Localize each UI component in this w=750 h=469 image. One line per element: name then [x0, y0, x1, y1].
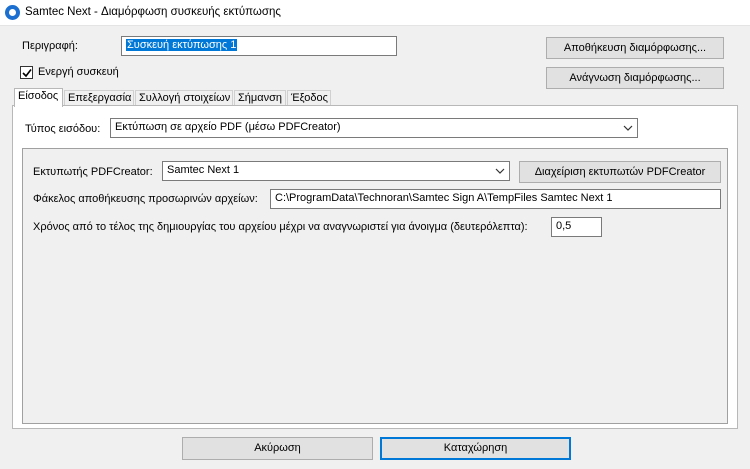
input-type-label: Τύπος εισόδου: [25, 123, 101, 135]
tab-marking[interactable]: Σήμανση [234, 90, 286, 106]
description-value: Συσκευή εκτύπωσης 1 [126, 39, 238, 51]
save-config-button[interactable]: Αποθήκευση διαμόρφωσης... [546, 37, 724, 59]
manage-pdfcreator-printers-button[interactable]: Διαχείριση εκτυπωτών PDFCreator [519, 161, 721, 183]
load-config-button[interactable]: Ανάγνωση διαμόρφωσης... [546, 67, 724, 89]
description-label: Περιγραφή: [22, 40, 78, 52]
pdfcreator-printer-value: Samtec Next 1 [167, 164, 240, 176]
tab-input[interactable]: Είσοδος [14, 88, 63, 107]
tab-output[interactable]: Έξοδος [287, 90, 331, 106]
cancel-button[interactable]: Ακύρωση [182, 437, 373, 460]
wait-time-value: 0,5 [556, 220, 572, 232]
pdfcreator-settings-group: Εκτυπωτής PDFCreator: Samtec Next 1 Διαχ… [22, 148, 728, 424]
description-input[interactable]: Συσκευή εκτύπωσης 1 [121, 36, 397, 56]
input-type-select[interactable]: Εκτύπωση σε αρχείο PDF (μέσω PDFCreator) [110, 118, 638, 138]
ok-button[interactable]: Καταχώρηση [380, 437, 571, 460]
active-device-label: Ενεργή συσκευή [38, 66, 119, 78]
pdfcreator-printer-label: Εκτυπωτής PDFCreator: [33, 166, 153, 178]
tab-processing[interactable]: Επεξεργασία [64, 90, 134, 106]
input-type-value: Εκτύπωση σε αρχείο PDF (μέσω PDFCreator) [115, 121, 341, 133]
chevron-down-icon [495, 168, 505, 174]
tab-data-collection[interactable]: Συλλογή στοιχείων [135, 90, 233, 106]
checkmark-icon [22, 69, 32, 78]
temp-folder-value: C:\ProgramData\Technoran\Samtec Sign A\T… [275, 192, 613, 204]
dialog-body: Περιγραφή: Συσκευή εκτύπωσης 1 Ενεργή συ… [0, 26, 750, 469]
active-device-checkbox[interactable] [20, 66, 33, 79]
pdfcreator-printer-select[interactable]: Samtec Next 1 [162, 161, 510, 181]
wait-time-input[interactable]: 0,5 [551, 217, 602, 237]
input-tab-panel: Τύπος εισόδου: Εκτύπωση σε αρχείο PDF (μ… [12, 105, 738, 429]
chevron-down-icon [623, 125, 633, 131]
temp-folder-input[interactable]: C:\ProgramData\Technoran\Samtec Sign A\T… [270, 189, 721, 209]
window-title: Samtec Next - Διαμόρφωση συσκευής εκτύπω… [25, 6, 281, 18]
app-icon [5, 5, 20, 20]
wait-time-label: Χρόνος από το τέλος της δημιουργίας του … [33, 221, 528, 233]
title-bar[interactable]: Samtec Next - Διαμόρφωση συσκευής εκτύπω… [0, 0, 750, 26]
temp-folder-label: Φάκελος αποθήκευσης προσωρινών αρχείων: [33, 193, 258, 205]
